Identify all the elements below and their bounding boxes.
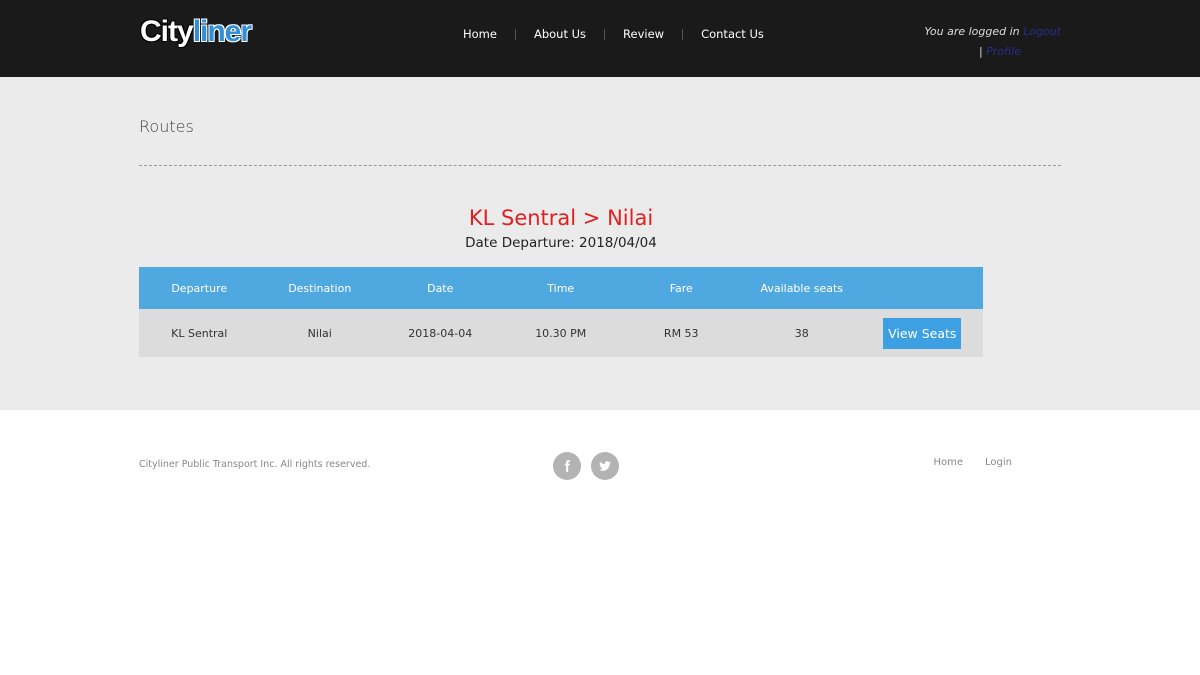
column-header-time: Time xyxy=(547,281,575,295)
logo-text-liner: liner xyxy=(192,15,252,48)
facebook-icon[interactable] xyxy=(553,452,581,480)
login-status: You are logged in Logout | Profile xyxy=(921,22,1061,62)
twitter-icon[interactable] xyxy=(591,452,619,480)
column-header-fare: Fare xyxy=(669,281,693,295)
cell-fare: RM 53 xyxy=(663,326,699,340)
nav-home[interactable]: Home xyxy=(445,26,515,42)
logo-text-city: City xyxy=(140,15,194,48)
footer-link-home[interactable]: Home xyxy=(933,457,963,468)
departure-date: Date Departure: 2018/04/04 xyxy=(465,235,657,251)
profile-link[interactable]: Profile xyxy=(986,45,1021,58)
logged-in-text: You are logged in xyxy=(924,25,1020,38)
social-links xyxy=(553,452,619,480)
footer-links: Home Login xyxy=(933,457,1012,468)
footer-link-login[interactable]: Login xyxy=(985,457,1012,468)
copyright-text: Cityliner Public Transport Inc. All righ… xyxy=(139,459,371,470)
cell-action: View Seats xyxy=(862,317,983,349)
page-title: Routes xyxy=(139,117,194,136)
title-divider xyxy=(139,165,1061,166)
column-header-date: Date xyxy=(427,281,454,295)
routes-table: Departure Destination Date Time Fare Ava… xyxy=(139,267,983,357)
main-nav: Home About Us Review Contact Us xyxy=(445,25,782,43)
nav-about-us[interactable]: About Us xyxy=(516,26,604,42)
header: Cityliner Home About Us Review Contact U… xyxy=(0,0,1200,77)
cell-time: 10.30 PM xyxy=(535,326,587,340)
footer: Cityliner Public Transport Inc. All righ… xyxy=(0,410,1200,675)
session-separator: | xyxy=(978,45,983,58)
nav-review[interactable]: Review xyxy=(605,26,682,42)
logout-link[interactable]: Logout xyxy=(1023,25,1061,38)
table-header: Departure Destination Date Time Fare Ava… xyxy=(139,267,983,309)
route-heading: KL Sentral > Nilai xyxy=(468,206,654,230)
cell-departure: KL Sentral xyxy=(171,326,228,340)
cell-date: 2018-04-04 xyxy=(408,326,473,340)
main-content: Routes KL Sentral > Nilai Date Departure… xyxy=(0,77,1200,410)
nav-contact-us[interactable]: Contact Us xyxy=(683,26,782,42)
table-row: KL Sentral Nilai 2018-04-04 10.30 PM RM … xyxy=(139,309,983,357)
cell-available-seats: 38 xyxy=(794,326,809,340)
column-header-destination: Destination xyxy=(288,281,352,295)
cityliner-logo[interactable]: Cityliner xyxy=(140,14,252,50)
column-header-available-seats: Available seats xyxy=(760,281,844,295)
cell-destination: Nilai xyxy=(307,326,332,340)
column-header-departure: Departure xyxy=(171,281,228,295)
view-seats-button[interactable]: View Seats xyxy=(883,317,962,349)
